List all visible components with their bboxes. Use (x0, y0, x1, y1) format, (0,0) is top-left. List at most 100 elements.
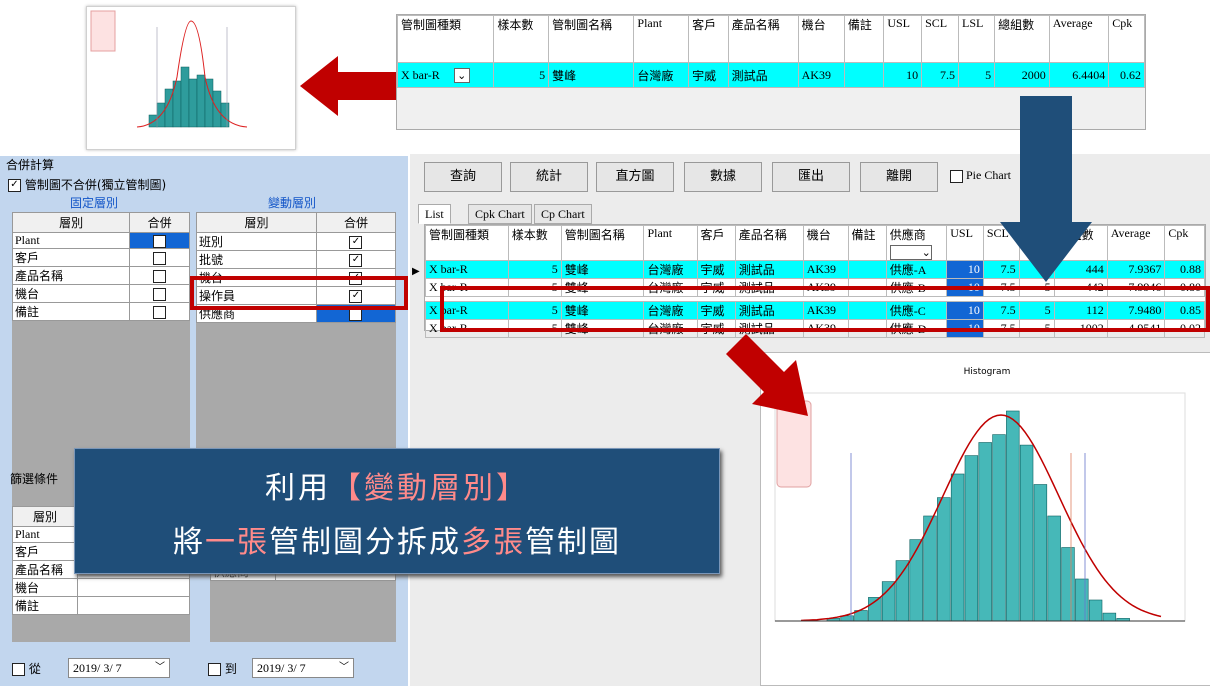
banner-highlight: 【變動層別】 (331, 471, 529, 506)
column-header: Average (1106, 225, 1166, 261)
banner-text: 將 (173, 525, 205, 560)
column-header: 管制圖種類 (425, 225, 509, 261)
red-diagonal-arrow (726, 334, 808, 416)
histogram-bar (1061, 547, 1075, 622)
merge-cell[interactable]: ✓ (315, 232, 397, 251)
column-header: Plant (633, 15, 690, 63)
table-cell: 台灣廠 (633, 62, 690, 88)
table-cell: AK39 (797, 62, 845, 88)
banner-highlight: 多張 (461, 525, 525, 560)
column-header: 客戶 (688, 15, 729, 63)
column-header-layer: 層別 (196, 212, 317, 233)
explanation-banner: 利用【變動層別】 將一張管制圖分拆成多張管制圖 (74, 448, 720, 574)
merge-cell[interactable] (129, 232, 190, 249)
histogram-bar (895, 560, 910, 622)
column-header: Plant (643, 225, 698, 261)
query-button[interactable]: 查詢 (424, 162, 502, 192)
histogram-bar (1047, 515, 1061, 622)
merge-cell[interactable] (129, 284, 190, 303)
histogram-bar (1019, 444, 1034, 622)
merge-checkbox[interactable]: ✓ (349, 253, 363, 267)
table-row: 機台 (11, 284, 190, 303)
from-label: 從 (28, 662, 41, 676)
merge-checkbox[interactable]: ✓ (349, 235, 363, 249)
column-header: Cpk (1164, 225, 1205, 261)
pie-chart-checkbox[interactable] (950, 169, 963, 183)
filter-value[interactable] (77, 596, 190, 615)
merge-cell[interactable] (129, 248, 190, 267)
histogram-bar (1088, 599, 1103, 622)
column-header: 樣本數 (493, 15, 550, 63)
to-date-picker[interactable]: 2019/ 3/ 7 ﹀ (252, 658, 354, 678)
column-header: 管制圖名稱 (560, 225, 645, 261)
from-date-picker[interactable]: 2019/ 3/ 7 ﹀ (68, 658, 170, 678)
tab-cp-chart[interactable]: Cp Chart (534, 204, 592, 224)
tab-list[interactable]: List (418, 204, 451, 224)
to-option[interactable]: 到 (208, 660, 237, 677)
table-cell: 5 (493, 62, 550, 88)
histogram-thumbnail (86, 6, 296, 150)
highlight-operator-row (190, 276, 408, 310)
independent-checkbox[interactable]: ✓ (8, 179, 21, 192)
table-row: 機台 (12, 578, 190, 597)
banner-line-1: 利用【變動層別】 (75, 463, 719, 507)
chevron-down-icon: ﹀ (155, 662, 165, 673)
merge-cell[interactable] (129, 266, 190, 285)
thumbnail-chart (90, 10, 248, 128)
stats-button[interactable]: 統計 (510, 162, 588, 192)
merge-checkbox[interactable] (153, 269, 167, 283)
banner-text: 管制圖分拆成 (269, 525, 461, 560)
from-date-value: 2019/ 3/ 7 (73, 661, 122, 675)
column-header: Cpk (1108, 15, 1145, 63)
column-header: 機台 (797, 15, 845, 63)
merge-cell[interactable]: ✓ (315, 250, 397, 269)
table-row: 備註 (12, 596, 190, 615)
table-cell: 測試品 (734, 260, 804, 279)
independent-label: 管制圖不合併(獨立管制圖) (24, 178, 167, 192)
table-cell: 10 (883, 62, 923, 88)
chevron-down-icon[interactable]: ⌄ (453, 67, 470, 83)
table-cell: 雙峰 (560, 260, 645, 279)
independent-chart-option[interactable]: ✓ 管制圖不合併(獨立管制圖) (8, 176, 166, 193)
left-panel: 合併計算 ✓ 管制圖不合併(獨立管制圖) 固定層別 變動層別 層別 合併 Plant… (0, 156, 408, 686)
chevron-down-icon[interactable]: ⌄ (889, 245, 932, 260)
column-header: 客戶 (696, 225, 736, 261)
merge-checkbox[interactable] (153, 287, 167, 301)
table-row: 產品名稱 (11, 266, 190, 285)
merge-checkbox[interactable] (153, 305, 167, 319)
column-header: 產品名稱 (727, 15, 799, 63)
column-header: 樣本數 (507, 225, 562, 261)
merge-checkbox[interactable] (153, 251, 167, 265)
table-cell: 測試品 (727, 62, 799, 88)
export-button[interactable]: 匯出 (772, 162, 850, 192)
histogram-bar (950, 473, 965, 622)
to-date-value: 2019/ 3/ 7 (257, 661, 306, 675)
to-checkbox[interactable] (208, 663, 221, 676)
merge-group-title: 合併計算 (6, 158, 55, 172)
from-option[interactable]: 從 (12, 660, 41, 677)
layer-name: Plant (11, 232, 131, 249)
variable-layer-title: 變動層別 (268, 196, 317, 210)
table-cell: 宇威 (696, 260, 736, 279)
table-cell: 宇威 (688, 62, 729, 88)
layer-name: 客戶 (11, 248, 131, 267)
tab-cpk-chart[interactable]: Cpk Chart (468, 204, 532, 224)
table-row: 客戶 (11, 248, 190, 267)
merge-cell[interactable] (129, 302, 190, 321)
column-header: USL (883, 15, 923, 63)
column-header: SCL (921, 15, 959, 63)
layer-name: 批號 (196, 250, 317, 269)
column-header: 機台 (802, 225, 849, 261)
column-header-layer: 層別 (11, 212, 131, 233)
table-row: 備註 (11, 302, 190, 321)
layer-name: 機台 (11, 284, 131, 303)
exit-button[interactable]: 離開 (860, 162, 938, 192)
histogram-bar (909, 539, 923, 622)
data-button[interactable]: 數據 (684, 162, 762, 192)
filter-value[interactable] (77, 578, 190, 597)
table-cell: 0.62 (1108, 62, 1145, 88)
from-checkbox[interactable] (12, 663, 25, 676)
histogram-button[interactable]: 直方圖 (596, 162, 674, 192)
table-cell: 10 (946, 260, 984, 279)
merge-checkbox[interactable] (153, 234, 167, 248)
